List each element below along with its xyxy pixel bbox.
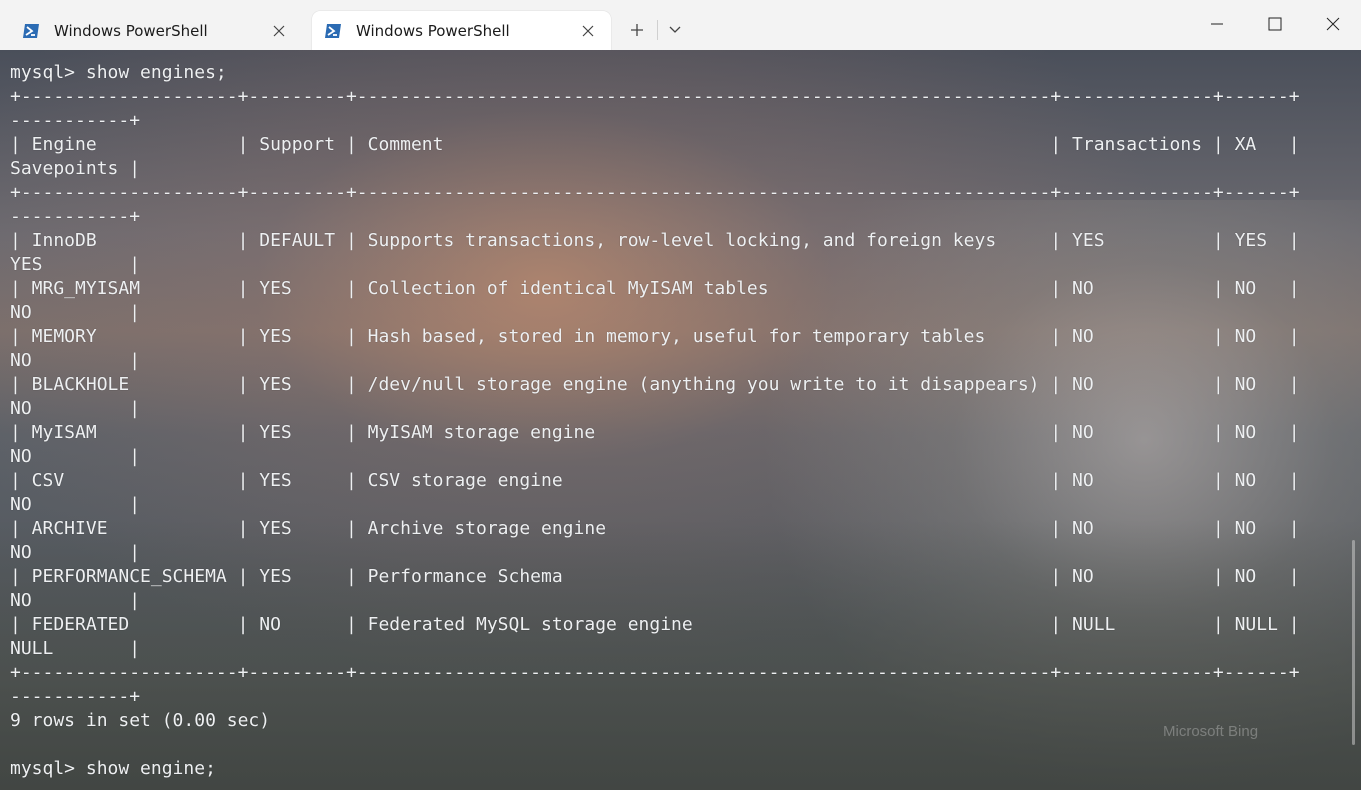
maximize-button[interactable] — [1246, 0, 1304, 48]
close-window-button[interactable] — [1304, 0, 1361, 48]
terminal-line: NO | — [10, 398, 141, 419]
terminal-line: | ARCHIVE | YES | Archive storage engine… — [10, 518, 1300, 539]
terminal-line: | BLACKHOLE | YES | /dev/null storage en… — [10, 374, 1300, 395]
maximize-icon — [1268, 17, 1282, 31]
chevron-down-icon — [669, 26, 681, 33]
terminal-line: | MEMORY | YES | Hash based, stored in m… — [10, 326, 1300, 347]
title-bar: Windows PowerShell Windows PowerShell — [0, 0, 1361, 50]
minimize-icon — [1211, 23, 1223, 25]
terminal-line: NO | — [10, 350, 141, 371]
terminal-line: | MRG_MYISAM | YES | Collection of ident… — [10, 278, 1300, 299]
terminal-line: mysql> show engines; — [10, 62, 227, 83]
tab-powershell-2[interactable]: Windows PowerShell — [312, 11, 611, 50]
terminal-line: NO | — [10, 446, 141, 467]
close-tab-icon[interactable] — [573, 16, 603, 46]
tab-dropdown-button[interactable] — [660, 16, 690, 44]
terminal-line: YES | — [10, 254, 141, 275]
powershell-icon — [324, 22, 342, 40]
terminal-line: | FEDERATED | NO | Federated MySQL stora… — [10, 614, 1300, 635]
terminal-line: NO | — [10, 302, 141, 323]
terminal-line: +--------------------+---------+--------… — [10, 86, 1300, 107]
plus-icon — [631, 24, 643, 36]
terminal-line: | PERFORMANCE_SCHEMA | YES | Performance… — [10, 566, 1300, 587]
terminal-line: | MyISAM | YES | MyISAM storage engine |… — [10, 422, 1300, 443]
terminal-line: NO | — [10, 590, 141, 611]
minimize-button[interactable] — [1188, 0, 1246, 48]
terminal-line: NO | — [10, 494, 141, 515]
tab-powershell-1[interactable]: Windows PowerShell — [10, 11, 302, 50]
powershell-icon — [22, 22, 40, 40]
bing-watermark: Microsoft Bing — [1163, 723, 1259, 740]
terminal-line: 9 rows in set (0.00 sec) — [10, 710, 271, 731]
terminal-line: -----------+ — [10, 110, 141, 131]
new-tab-button[interactable] — [620, 16, 654, 44]
terminal-line: NULL | — [10, 638, 141, 659]
terminal-line: Savepoints | — [10, 158, 141, 179]
terminal-line: -----------+ — [10, 686, 141, 707]
terminal-output: mysql> show engines; +-------------------… — [10, 61, 1300, 781]
terminal-line: mysql> show engine; — [10, 758, 216, 779]
terminal-line: +--------------------+---------+--------… — [10, 662, 1300, 683]
tab-separator — [657, 20, 658, 40]
terminal-line: | CSV | YES | CSV storage engine | NO | … — [10, 470, 1300, 491]
terminal-scrollbar[interactable] — [1352, 540, 1355, 745]
terminal-line: +--------------------+---------+--------… — [10, 182, 1300, 203]
tab-title: Windows PowerShell — [356, 21, 510, 40]
terminal-line: | Engine | Support | Comment | Transacti… — [10, 134, 1300, 155]
tab-title: Windows PowerShell — [54, 21, 208, 40]
close-tab-icon[interactable] — [264, 16, 294, 46]
terminal-line: NO | — [10, 542, 141, 563]
close-icon — [1326, 17, 1340, 31]
terminal-line: | InnoDB | DEFAULT | Supports transactio… — [10, 230, 1300, 251]
terminal-pane[interactable]: mysql> show engines; +-------------------… — [0, 50, 1361, 790]
terminal-line: -----------+ — [10, 206, 141, 227]
